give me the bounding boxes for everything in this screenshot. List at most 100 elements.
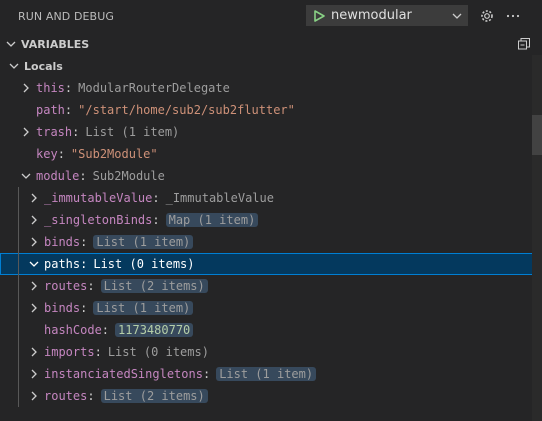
variables-tree: Locals this: ModularRouterDelegate path: "/s… xyxy=(0,55,542,421)
separator: : xyxy=(64,81,73,95)
variable-value: List (2 items) xyxy=(100,389,208,403)
variable-value: List (1 item) xyxy=(93,301,194,315)
variable-row[interactable]: this: ModularRouterDelegate xyxy=(0,77,542,99)
chevron-down-icon[interactable] xyxy=(26,256,42,272)
play-icon[interactable] xyxy=(307,9,331,22)
separator: : xyxy=(72,125,80,139)
chevron-right-icon[interactable] xyxy=(26,366,42,382)
variable-name: binds xyxy=(44,235,81,249)
separator: : xyxy=(87,389,95,403)
variable-row[interactable]: _singletonBinds: Map (1 item) xyxy=(0,209,542,231)
variable-name: trash xyxy=(36,125,73,139)
scrollbar[interactable] xyxy=(532,55,542,421)
variable-row[interactable]: paths: List (0 items) xyxy=(0,253,542,275)
variable-row[interactable]: module: Sub2Module xyxy=(0,165,542,187)
separator: : xyxy=(79,169,87,183)
variable-value: List (1 item) xyxy=(216,367,317,381)
twistie-spacer xyxy=(18,146,34,162)
separator: : xyxy=(101,323,110,337)
twistie-spacer xyxy=(18,102,34,118)
variable-name: binds xyxy=(44,301,81,315)
variable-value: "Sub2Module" xyxy=(70,147,158,161)
variable-row[interactable]: binds: List (1 item) xyxy=(0,297,542,319)
indent-guide xyxy=(18,385,19,407)
separator: : xyxy=(57,147,65,161)
variable-value: List (0 items) xyxy=(107,345,209,359)
indent-guide xyxy=(18,341,19,363)
variable-name: module xyxy=(36,169,80,183)
separator: : xyxy=(64,103,73,117)
twistie-spacer xyxy=(26,322,42,338)
view-title: RUN AND DEBUG xyxy=(18,9,114,23)
variable-name: Locals xyxy=(24,59,63,73)
indent-guide xyxy=(18,253,19,275)
variable-row[interactable]: routes: List (2 items) xyxy=(0,275,542,297)
launch-config-label: newmodular xyxy=(331,8,412,23)
variable-row[interactable]: routes: List (2 items) xyxy=(0,385,542,407)
chevron-right-icon[interactable] xyxy=(26,234,42,250)
variable-name: routes xyxy=(44,279,88,293)
chevron-right-icon[interactable] xyxy=(18,80,34,96)
variable-row[interactable]: imports: List (0 items) xyxy=(0,341,542,363)
separator: : xyxy=(202,367,211,381)
more-icon[interactable] xyxy=(503,6,523,26)
indent-guide xyxy=(18,363,19,385)
launch-config-dropdown[interactable]: newmodular xyxy=(306,5,468,26)
variable-name: paths xyxy=(44,257,81,271)
variable-name: instanciatedSingletons xyxy=(44,367,203,381)
indent-guide xyxy=(18,187,19,209)
variable-row[interactable]: binds: List (1 item) xyxy=(0,231,542,253)
collapse-all-icon[interactable] xyxy=(514,35,534,53)
variable-name: _singletonBinds xyxy=(44,213,153,227)
variable-value: List (2 items) xyxy=(100,279,208,293)
variable-name: this xyxy=(36,81,65,95)
chevron-right-icon[interactable] xyxy=(26,212,42,228)
variable-value: List (0 items) xyxy=(93,257,195,271)
variables-section-header[interactable]: VARIABLES xyxy=(0,33,542,55)
indent-guide xyxy=(18,275,19,297)
chevron-down-icon[interactable] xyxy=(447,10,467,22)
variables-section-title: VARIABLES xyxy=(21,37,90,51)
variable-value: 1173480770 xyxy=(115,323,194,337)
variable-row[interactable]: _immutableValue: _ImmutableValue xyxy=(0,187,542,209)
variable-name: key xyxy=(36,147,58,161)
chevron-down-icon[interactable] xyxy=(18,168,34,184)
variable-value: List (1 item) xyxy=(93,235,194,249)
variable-value: Sub2Module xyxy=(92,169,165,183)
chevron-right-icon[interactable] xyxy=(26,300,42,316)
chevron-down-icon[interactable] xyxy=(6,58,22,74)
scope-row[interactable]: Locals xyxy=(0,55,542,77)
chevron-right-icon[interactable] xyxy=(18,124,34,140)
debug-header: RUN AND DEBUG newmodular xyxy=(0,0,542,32)
variable-row[interactable]: hashCode:1173480770 xyxy=(0,319,542,341)
separator: : xyxy=(94,345,102,359)
variable-value: _ImmutableValue xyxy=(165,191,274,205)
separator: : xyxy=(152,213,160,227)
indent-guide xyxy=(18,209,19,231)
chevron-right-icon[interactable] xyxy=(26,388,42,404)
variable-row[interactable]: path: "/start/home/sub2/sub2flutter" xyxy=(0,99,542,121)
gear-icon[interactable] xyxy=(477,6,497,26)
chevron-down-icon[interactable] xyxy=(3,36,19,52)
variable-name: routes xyxy=(44,389,88,403)
variable-name: hashCode xyxy=(44,323,102,337)
separator: : xyxy=(152,191,160,205)
variable-value: Map (1 item) xyxy=(165,213,259,227)
variable-row[interactable]: instanciatedSingletons: List (1 item) xyxy=(0,363,542,385)
chevron-right-icon[interactable] xyxy=(26,344,42,360)
scrollbar-thumb[interactable] xyxy=(532,115,542,155)
separator: : xyxy=(80,301,88,315)
variable-value: List (1 item) xyxy=(85,125,180,139)
chevron-right-icon[interactable] xyxy=(26,190,42,206)
variable-name: path xyxy=(36,103,65,117)
variable-row[interactable]: trash: List (1 item) xyxy=(0,121,542,143)
separator: : xyxy=(80,235,88,249)
variable-row[interactable]: key: "Sub2Module" xyxy=(0,143,542,165)
separator: : xyxy=(80,257,88,271)
indent-guide xyxy=(18,297,19,319)
variable-value: "/start/home/sub2/sub2flutter" xyxy=(78,103,295,117)
indent-guide xyxy=(18,319,19,341)
variable-name: imports xyxy=(44,345,95,359)
indent-guide xyxy=(18,231,19,253)
chevron-right-icon[interactable] xyxy=(26,278,42,294)
